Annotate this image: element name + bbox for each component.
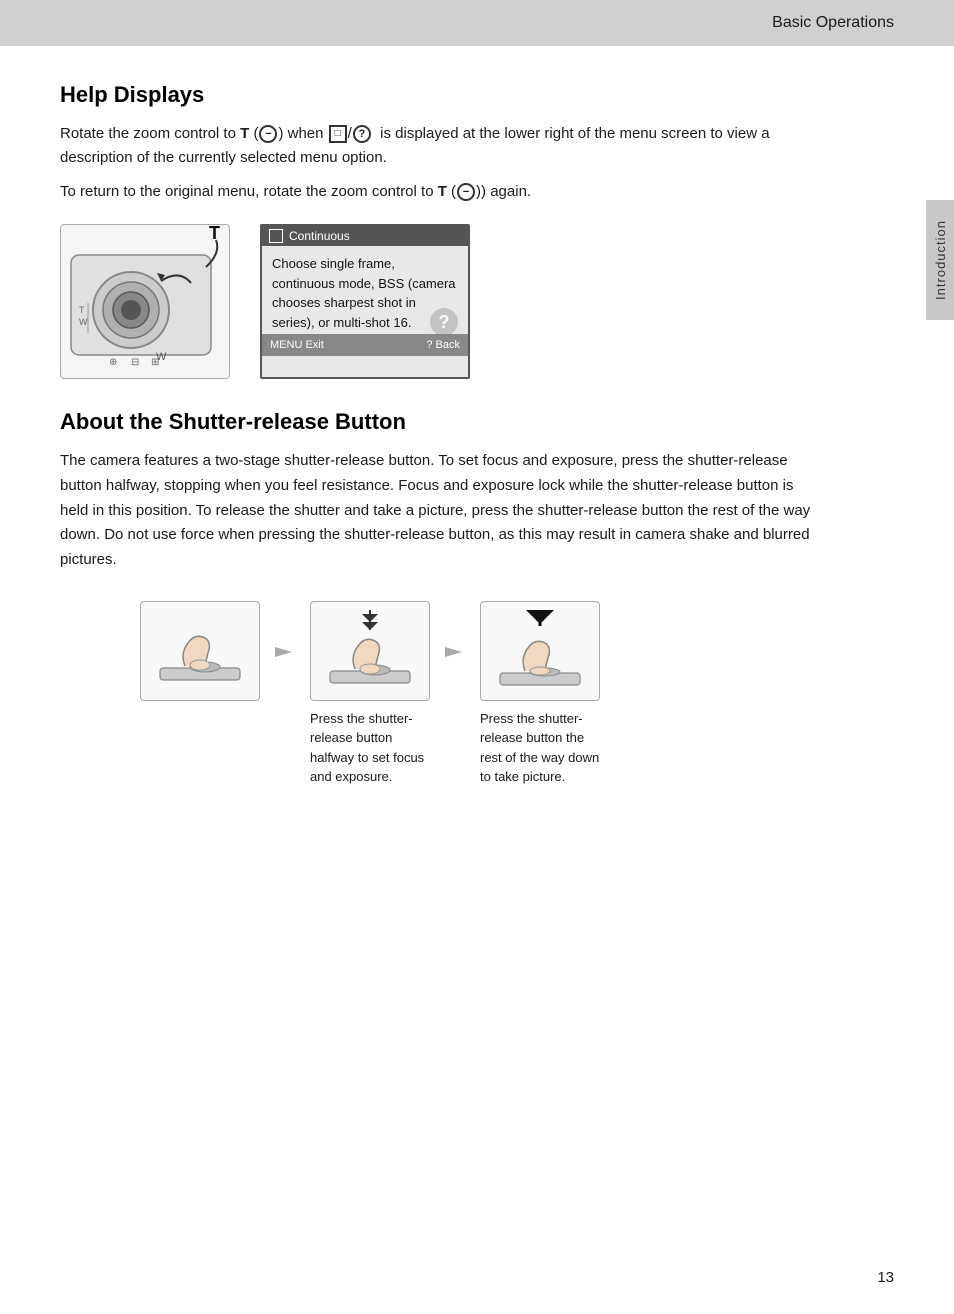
header-bar: Basic Operations: [0, 0, 954, 46]
icon-sq1: □: [329, 125, 347, 143]
icon-minus-circle: −: [259, 125, 277, 143]
menu-screen-body: Choose single frame, continuous mode, BS…: [262, 246, 468, 356]
icon-minus-circle2: −: [457, 183, 475, 201]
svg-text:T: T: [209, 225, 220, 243]
side-tab: Introduction: [926, 200, 954, 320]
shutter-step-2: Press the shutter-release button the res…: [480, 601, 600, 787]
help-displays-para1: Rotate the zoom control to T (−) when □/…: [60, 122, 820, 170]
arrow-svg-1: [270, 637, 300, 667]
menu-header-text: Continuous: [289, 229, 350, 243]
shutter-svg-0: [150, 608, 250, 693]
shutter-svg-2: [490, 608, 590, 693]
para2-T: T: [438, 183, 447, 200]
shutter-section-title: About the Shutter-release Button: [60, 409, 820, 435]
side-tab-label: Introduction: [933, 220, 948, 300]
para1-T: T: [240, 125, 249, 142]
menu-body-text: Choose single frame, continuous mode, BS…: [272, 256, 456, 330]
svg-text:T: T: [79, 305, 85, 315]
shutter-release-section: About the Shutter-release Button The cam…: [60, 409, 820, 787]
arrow-step-1: [260, 601, 310, 667]
icon-question-circle: ?: [353, 125, 371, 143]
arrow-svg-2: [440, 637, 470, 667]
shutter-img-1: [310, 601, 430, 701]
shutter-body-text: The camera features a two-stage shutter-…: [60, 449, 820, 573]
shutter-step-0: [140, 601, 260, 701]
menu-screen-illustration: Continuous Choose single frame, continuo…: [260, 224, 470, 379]
camera-zoom-svg: T W ⊕ ⊟ ⊞ T W: [61, 225, 230, 379]
camera-zoom-illustration: T W ⊕ ⊟ ⊞ T W: [60, 224, 230, 379]
shutter-step-1: Press the shutter-release button halfway…: [310, 601, 430, 787]
shutter-diagrams: Press the shutter-release button halfway…: [140, 601, 820, 787]
header-title: Basic Operations: [772, 14, 894, 32]
svg-text:⊕: ⊕: [109, 357, 117, 368]
help-displays-section: Help Displays Rotate the zoom control to…: [60, 82, 820, 379]
para2-end: ) again.: [481, 183, 531, 200]
menu-header-icon: [269, 229, 283, 243]
para2-text1: To return to the original menu, rotate t…: [60, 183, 438, 200]
main-content: Help Displays Rotate the zoom control to…: [0, 46, 900, 847]
help-figures-row: T W ⊕ ⊟ ⊞ T W: [60, 224, 820, 379]
help-displays-para2: To return to the original menu, rotate t…: [60, 180, 820, 204]
menu-screen-header: Continuous: [262, 226, 468, 246]
menu-footer-right: ? Back: [426, 337, 460, 354]
page-number: 13: [877, 1269, 894, 1286]
menu-screen-footer: MENU Exit ? Back: [262, 334, 468, 357]
para1-text1: Rotate the zoom control to: [60, 125, 240, 142]
shutter-img-2: [480, 601, 600, 701]
question-mark-badge: ?: [430, 308, 458, 336]
shutter-caption-1: Press the shutter-release button halfway…: [310, 709, 430, 787]
shutter-caption-2: Press the shutter-release button the res…: [480, 709, 600, 787]
shutter-svg-1: [320, 608, 420, 693]
svg-text:⊞: ⊞: [151, 357, 159, 368]
menu-footer-left: MENU Exit: [270, 337, 324, 354]
svg-text:⊟: ⊟: [131, 357, 139, 368]
help-displays-title: Help Displays: [60, 82, 820, 108]
svg-text:W: W: [79, 317, 88, 327]
shutter-img-0: [140, 601, 260, 701]
arrow-step-2: [430, 601, 480, 667]
